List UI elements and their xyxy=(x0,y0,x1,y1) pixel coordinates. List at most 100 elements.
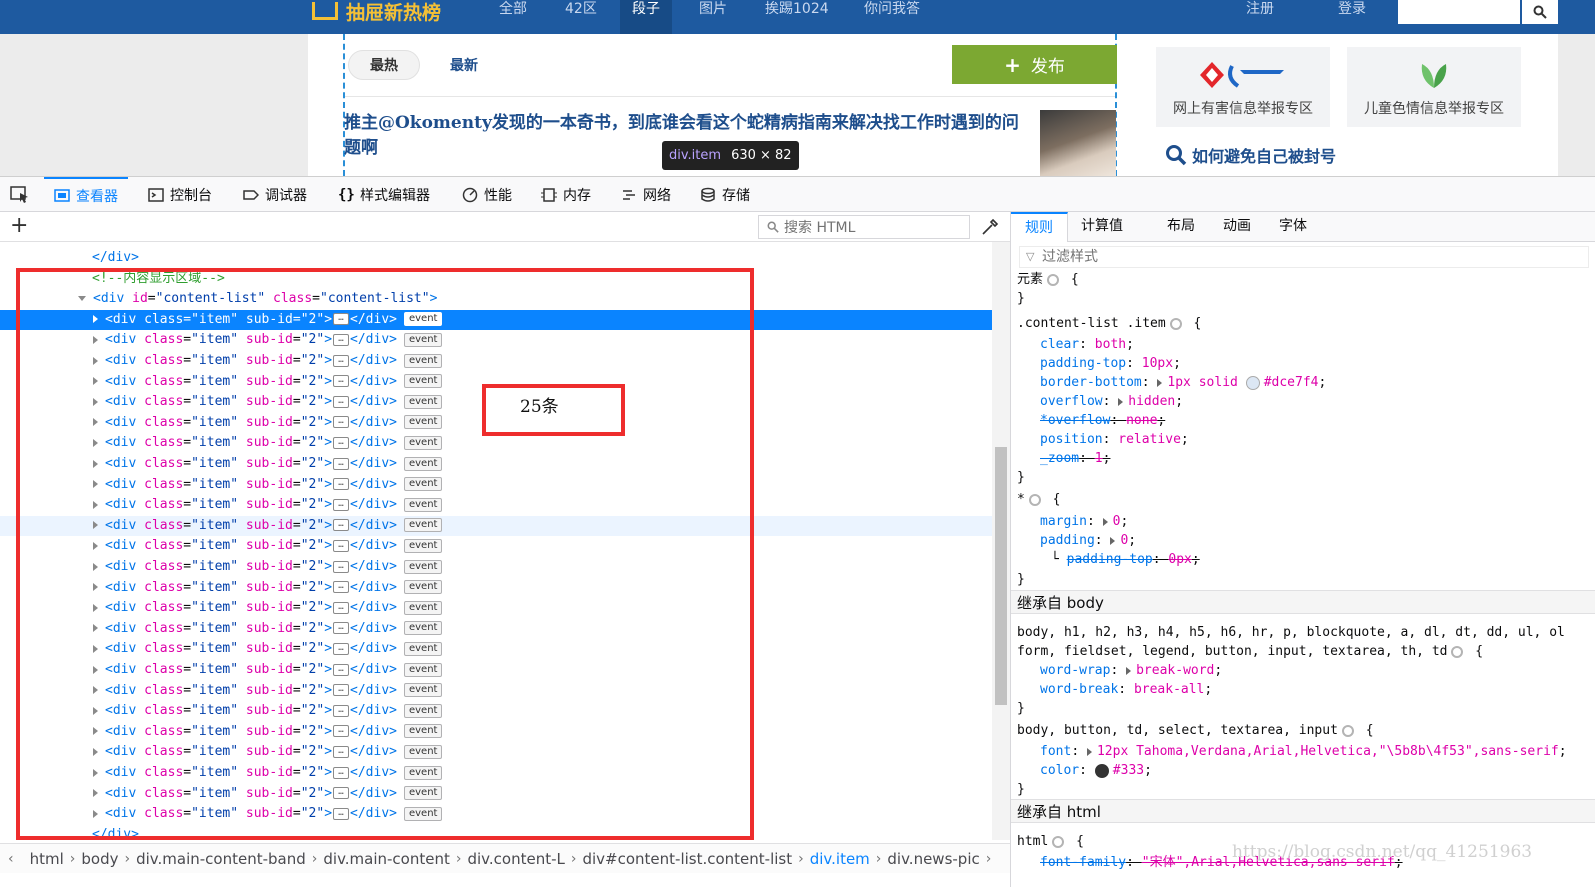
markup-item-node[interactable]: <div class="item" sub-id="2">… </div> even… xyxy=(0,742,992,763)
collapsed-twisty-icon[interactable] xyxy=(93,809,98,818)
event-badge[interactable]: event xyxy=(403,724,443,739)
collapsed-twisty-icon[interactable] xyxy=(93,377,98,386)
tab-computed[interactable]: 计算值 xyxy=(1067,212,1137,242)
markup-item-node[interactable]: <div class="item" sub-id="2">… </div> even… xyxy=(0,433,992,454)
collapsed-twisty-icon[interactable] xyxy=(93,603,98,612)
property-name[interactable]: word-break xyxy=(1040,682,1118,697)
property-name[interactable]: padding-top xyxy=(1040,356,1126,371)
event-badge[interactable]: event xyxy=(403,332,443,347)
rule-selector-text[interactable]: html xyxy=(1017,834,1048,849)
rule-gear-icon[interactable] xyxy=(1451,645,1464,658)
event-badge[interactable]: event xyxy=(403,497,443,512)
ellipsis-icon[interactable]: … xyxy=(333,354,350,367)
breadcrumb-item[interactable]: div#content-list.content-list xyxy=(582,850,792,868)
collapsed-twisty-icon[interactable] xyxy=(93,397,98,406)
publish-button[interactable]: + 发布 xyxy=(952,45,1117,84)
tab-fonts[interactable]: 字体 xyxy=(1265,212,1321,242)
event-badge[interactable]: event xyxy=(403,786,443,801)
property-value[interactable]: hidden xyxy=(1128,394,1175,409)
breadcrumb-scroll-right-icon[interactable]: › xyxy=(986,851,992,867)
markup-item-node[interactable]: <div class="item" sub-id="2">… </div> even… xyxy=(0,557,992,578)
markup-item-node[interactable]: <div class="item" sub-id="2">… </div> even… xyxy=(0,351,992,372)
ellipsis-icon[interactable]: … xyxy=(333,560,350,573)
property-name[interactable]: *overflow xyxy=(1040,413,1110,428)
rule-gear-icon[interactable] xyxy=(1052,835,1065,848)
expand-arrow-icon[interactable] xyxy=(1126,666,1132,675)
markup-close-tag[interactable]: </div> xyxy=(0,825,992,840)
markup-close-tag[interactable]: </div> xyxy=(0,248,992,269)
breadcrumb-item[interactable]: html xyxy=(30,850,64,868)
tab-performance[interactable]: 性能 xyxy=(462,177,512,212)
markup-item-node[interactable]: <div class="item" sub-id="2">… </div> even… xyxy=(0,536,992,557)
ellipsis-icon[interactable]: … xyxy=(333,704,350,717)
property-name[interactable]: font xyxy=(1040,744,1071,759)
ellipsis-icon[interactable]: … xyxy=(333,663,350,676)
tab-memory[interactable]: 内存 xyxy=(541,177,591,212)
report-card-child[interactable]: 儿童色情信息举报专区 xyxy=(1347,47,1521,127)
collapsed-twisty-icon[interactable] xyxy=(93,500,98,509)
markup-item-node[interactable]: <div class="item" sub-id="2">… </div> even… xyxy=(0,309,992,331)
markup-scrollbar[interactable] xyxy=(992,242,1010,840)
collapsed-twisty-icon[interactable] xyxy=(93,480,98,489)
event-badge[interactable]: event xyxy=(403,806,443,821)
color-swatch-icon[interactable] xyxy=(1094,763,1109,778)
rule-gear-icon[interactable] xyxy=(1169,317,1182,330)
rule-selector-text[interactable]: .content-list .item xyxy=(1017,316,1166,331)
expand-arrow-icon[interactable] xyxy=(1118,397,1124,406)
site-search-button[interactable] xyxy=(1522,0,1558,24)
markup-item-node[interactable]: <div class="item" sub-id="2">… </div> even… xyxy=(0,804,992,825)
element-picker-button[interactable] xyxy=(10,177,30,212)
tab-animations[interactable]: 动画 xyxy=(1209,212,1265,242)
ellipsis-icon[interactable]: … xyxy=(333,807,350,820)
property-value[interactable]: break-word xyxy=(1136,663,1214,678)
tab-rules[interactable]: 规则 xyxy=(1011,212,1068,242)
ellipsis-icon[interactable]: … xyxy=(333,457,350,470)
ellipsis-icon[interactable]: … xyxy=(333,333,350,346)
property-name[interactable]: _zoom xyxy=(1040,451,1079,466)
collapsed-twisty-icon[interactable] xyxy=(93,624,98,633)
property-value[interactable]: none xyxy=(1126,413,1157,428)
nav-link-42[interactable]: 42区 xyxy=(565,0,597,22)
markup-item-node[interactable]: <div class="item" sub-id="2">… </div> even… xyxy=(0,454,992,475)
expand-arrow-icon[interactable] xyxy=(1102,517,1108,526)
register-link[interactable]: 注册 xyxy=(1246,0,1274,22)
collapsed-twisty-icon[interactable] xyxy=(93,418,98,427)
collapsed-twisty-icon[interactable] xyxy=(93,789,98,798)
property-name[interactable]: position xyxy=(1040,432,1103,447)
event-badge[interactable]: event xyxy=(403,559,443,574)
rule-gear-icon[interactable] xyxy=(1341,724,1354,737)
property-value[interactable]: break-all xyxy=(1134,682,1204,697)
collapsed-twisty-icon[interactable] xyxy=(93,541,98,550)
markup-item-node[interactable]: <div class="item" sub-id="2">… </div> even… xyxy=(0,495,992,516)
nav-link-it1024[interactable]: 挨踢1024 xyxy=(765,0,829,22)
tab-layout[interactable]: 布局 xyxy=(1153,212,1209,242)
markup-item-node[interactable]: <div class="item" sub-id="2">… </div> even… xyxy=(0,619,992,640)
collapsed-twisty-icon[interactable] xyxy=(93,706,98,715)
event-badge[interactable]: event xyxy=(403,765,443,780)
property-name[interactable]: overflow xyxy=(1040,394,1103,409)
ellipsis-icon[interactable]: … xyxy=(333,622,350,635)
avoid-ban-link[interactable]: 如何避免自己被封号 xyxy=(1165,143,1336,167)
event-badge[interactable]: event xyxy=(403,456,443,471)
breadcrumb-item[interactable]: div.news-pic xyxy=(887,850,979,868)
login-link[interactable]: 登录 xyxy=(1338,0,1366,22)
markup-item-node[interactable]: <div class="item" sub-id="2">… </div> even… xyxy=(0,475,992,496)
ellipsis-icon[interactable]: … xyxy=(333,498,350,511)
property-name[interactable]: color xyxy=(1040,763,1079,778)
tab-style-editor[interactable]: {} 样式编辑器 xyxy=(338,177,430,212)
property-name[interactable]: border-bottom xyxy=(1040,375,1142,390)
property-value[interactable]: 1px solid xyxy=(1167,375,1245,390)
property-value[interactable]: 0px xyxy=(1168,552,1191,567)
add-node-button[interactable]: + xyxy=(10,215,28,237)
rule-gear-icon[interactable] xyxy=(1047,273,1060,286)
ellipsis-icon[interactable]: … xyxy=(333,684,350,697)
event-badge[interactable]: event xyxy=(403,312,443,327)
rule-selector-text[interactable]: body, h1, h2, h3, h4, h5, h6, hr, p, blo… xyxy=(1017,625,1565,640)
markup-item-node[interactable]: <div class="item" sub-id="2">… </div> even… xyxy=(0,578,992,599)
collapsed-twisty-icon[interactable] xyxy=(93,686,98,695)
event-badge[interactable]: event xyxy=(403,621,443,636)
breadcrumb-item[interactable]: div.main-content xyxy=(323,850,450,868)
property-name[interactable]: clear xyxy=(1040,337,1079,352)
property-value[interactable]: 1 xyxy=(1095,451,1103,466)
collapsed-twisty-icon[interactable] xyxy=(93,438,98,447)
